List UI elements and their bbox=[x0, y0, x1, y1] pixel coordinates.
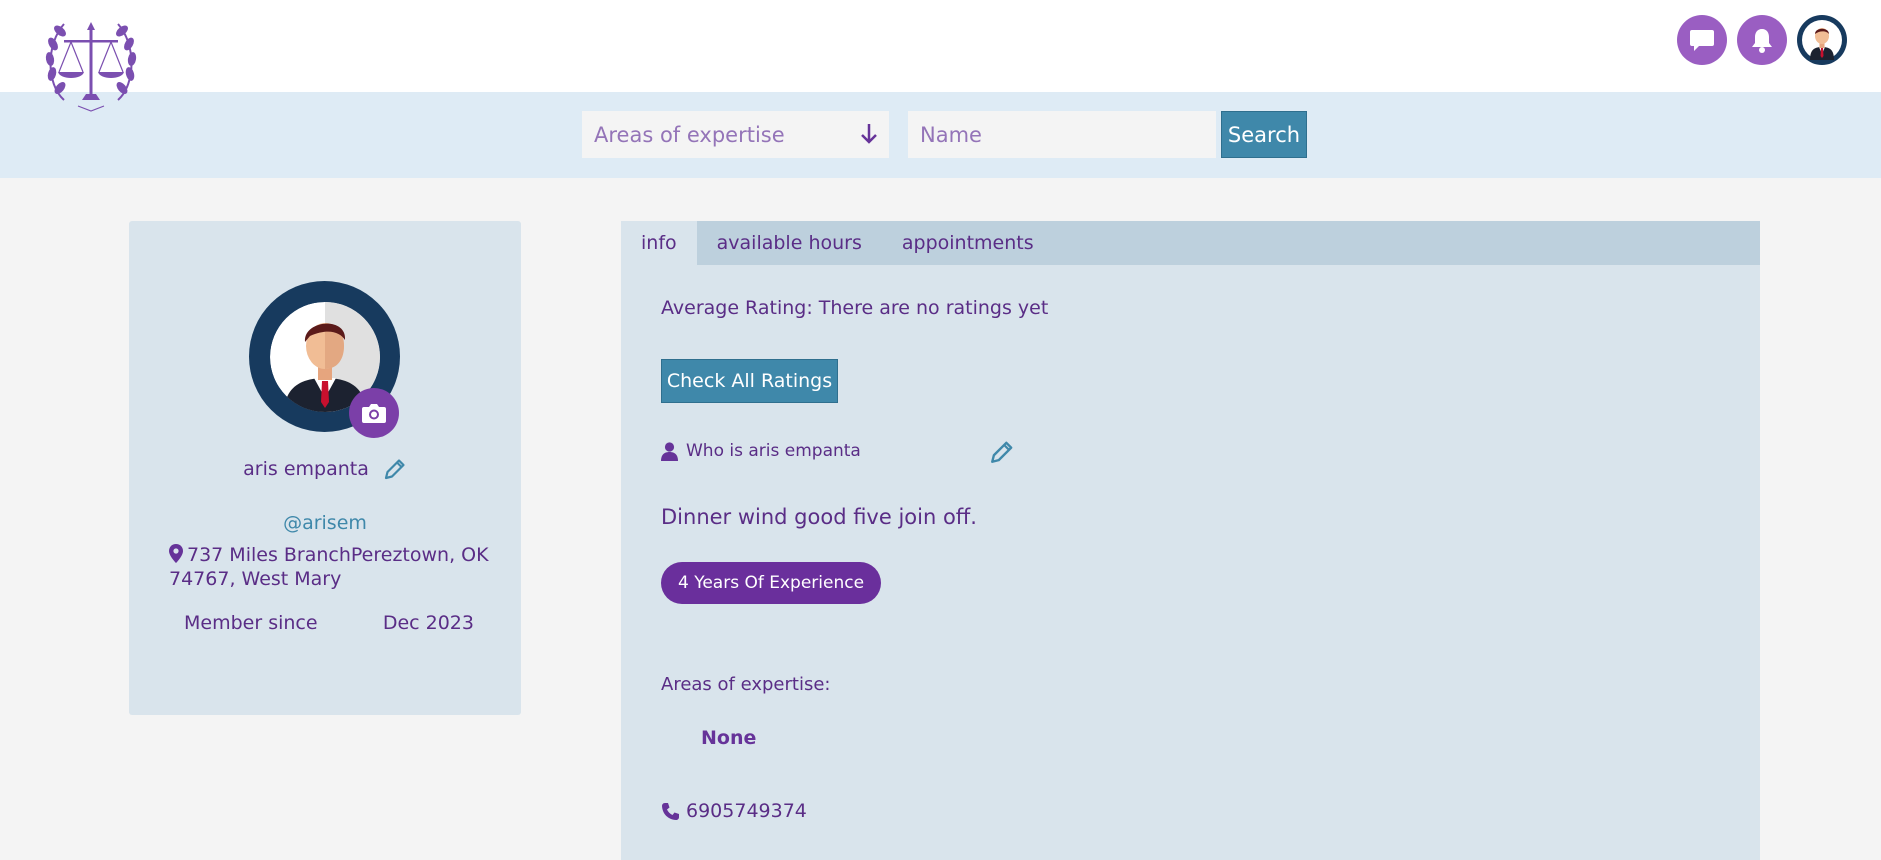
bell-icon bbox=[1752, 29, 1772, 53]
profile-name-row: aris empanta bbox=[129, 457, 521, 481]
scales-of-justice-logo-icon bbox=[45, 22, 137, 112]
address-text: 737 Miles BranchPereztown, OK 74767, Wes… bbox=[169, 544, 489, 590]
tab-info[interactable]: info bbox=[621, 221, 697, 265]
member-since-label: Member since bbox=[184, 612, 318, 634]
tab-appointments[interactable]: appointments bbox=[882, 221, 1054, 265]
top-bar bbox=[0, 0, 1881, 92]
top-icons bbox=[1677, 15, 1847, 65]
search-bar: Areas of expertise Search bbox=[0, 92, 1881, 178]
profile-name: aris empanta bbox=[243, 458, 369, 480]
experience-badge: 4 Years Of Experience bbox=[661, 562, 882, 604]
member-since-value: Dec 2023 bbox=[382, 612, 474, 634]
expertise-select-label: Areas of expertise bbox=[594, 122, 785, 147]
user-icon bbox=[661, 441, 678, 461]
edit-bio-pencil-icon[interactable] bbox=[989, 439, 1015, 465]
areas-of-expertise-label: Areas of expertise: bbox=[661, 674, 831, 695]
areas-of-expertise-value: None bbox=[701, 727, 757, 749]
arrow-down-icon bbox=[861, 124, 877, 144]
bio-text: Dinner wind good five join off. bbox=[661, 505, 977, 529]
member-since-row: Member since Dec 2023 bbox=[184, 612, 474, 634]
phone-number: 6905749374 bbox=[686, 800, 807, 822]
profile-card: aris empanta @arisem 737 Miles BranchPer… bbox=[129, 221, 521, 715]
site-logo[interactable] bbox=[44, 14, 138, 114]
user-avatar-button[interactable] bbox=[1797, 15, 1847, 65]
profile-address: 737 Miles BranchPereztown, OK 74767, Wes… bbox=[169, 543, 489, 591]
search-button[interactable]: Search bbox=[1221, 111, 1307, 158]
profile-username: @arisem bbox=[283, 512, 367, 534]
tab-available-hours[interactable]: available hours bbox=[697, 221, 882, 265]
tab-bar: info available hours appointments bbox=[621, 221, 1760, 265]
change-photo-button[interactable] bbox=[349, 388, 399, 438]
messages-button[interactable] bbox=[1677, 15, 1727, 65]
phone-icon bbox=[662, 802, 679, 820]
content-panel: info available hours appointments Averag… bbox=[621, 221, 1760, 860]
chat-bubble-icon bbox=[1690, 30, 1714, 51]
camera-icon bbox=[362, 404, 386, 423]
phone-row: 6905749374 bbox=[661, 800, 807, 822]
expertise-select[interactable]: Areas of expertise bbox=[582, 111, 889, 158]
who-is-heading: Who is aris empanta bbox=[661, 441, 861, 461]
check-all-ratings-button[interactable]: Check All Ratings bbox=[661, 359, 838, 403]
who-is-label: Who is aris empanta bbox=[686, 441, 861, 461]
name-search-input[interactable] bbox=[908, 111, 1216, 158]
map-pin-icon bbox=[169, 544, 183, 563]
edit-name-pencil-icon[interactable] bbox=[383, 457, 407, 481]
average-rating: Average Rating: There are no ratings yet bbox=[661, 297, 1049, 319]
notifications-button[interactable] bbox=[1737, 15, 1787, 65]
avatar bbox=[1802, 20, 1842, 60]
